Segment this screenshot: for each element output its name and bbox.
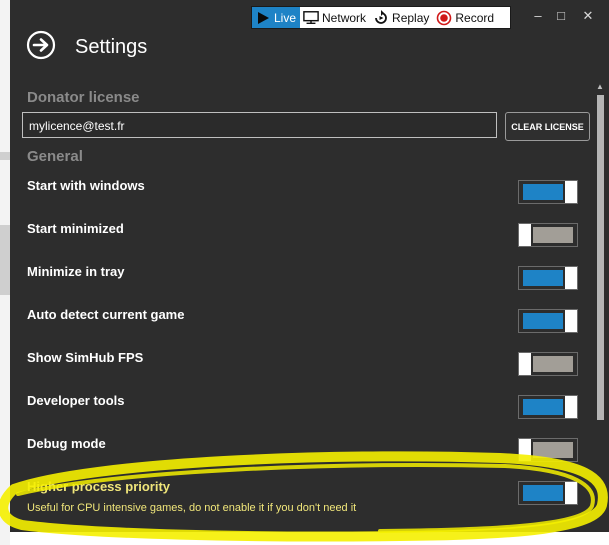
toggle-start-minimized[interactable] [518, 223, 578, 247]
background-mark [0, 152, 10, 160]
setting-label-start-with-windows: Start with windows [27, 178, 145, 193]
mode-live-button[interactable]: Live [252, 7, 301, 28]
arrow-right-icon [26, 30, 56, 60]
toggle-auto-detect-game[interactable] [518, 309, 578, 333]
setting-label-minimize-in-tray: Minimize in tray [27, 264, 125, 279]
mode-record-button[interactable]: Record [433, 7, 498, 28]
higher-priority-hint: Useful for CPU intensive games, do not e… [27, 502, 357, 514]
setting-label-auto-detect-game: Auto detect current game [27, 307, 185, 322]
mode-label: Record [455, 10, 495, 25]
settings-window: Settings – □ ✕ Donator license mylicence… [10, 0, 609, 532]
toggle-debug-mode[interactable] [518, 438, 578, 462]
network-icon [303, 10, 319, 26]
background-mark [0, 225, 10, 295]
mode-network-button[interactable]: Network [300, 7, 370, 28]
toggle-developer-tools[interactable] [518, 395, 578, 419]
clear-license-button[interactable]: CLEAR LICENSE [505, 112, 590, 141]
setting-label-start-minimized: Start minimized [27, 221, 124, 236]
toggle-show-fps[interactable] [518, 352, 578, 376]
setting-label-show-fps: Show SimHub FPS [27, 350, 144, 365]
scrollbar-thumb[interactable] [597, 95, 604, 420]
page-title: Settings [75, 36, 148, 58]
replay-icon [373, 9, 389, 26]
maximize-button[interactable]: □ [553, 8, 569, 23]
mode-replay-button[interactable]: Replay [370, 7, 433, 28]
toggle-minimize-in-tray[interactable] [518, 266, 578, 290]
scroll-up-arrow-icon[interactable]: ▲ [595, 82, 605, 92]
setting-label-developer-tools: Developer tools [27, 393, 125, 408]
mode-label: Replay [392, 10, 430, 25]
section-donator-license: Donator license [27, 89, 140, 106]
setting-label-debug-mode: Debug mode [27, 436, 106, 451]
setting-label-higher-priority: Higher process priority [27, 479, 171, 494]
mode-label: Live [274, 10, 297, 25]
play-icon [255, 10, 271, 26]
license-email-field[interactable]: mylicence@test.fr [22, 112, 497, 138]
toggle-higher-priority[interactable] [518, 481, 578, 505]
section-general: General [27, 148, 83, 165]
toggle-start-with-windows[interactable] [518, 180, 578, 204]
mode-label: Network [322, 10, 367, 25]
close-button[interactable]: ✕ [580, 8, 596, 24]
back-button[interactable] [26, 30, 56, 60]
mode-toolbar: Live Network Replay Record [251, 6, 511, 29]
record-icon [436, 10, 452, 26]
minimize-button[interactable]: – [530, 8, 546, 23]
